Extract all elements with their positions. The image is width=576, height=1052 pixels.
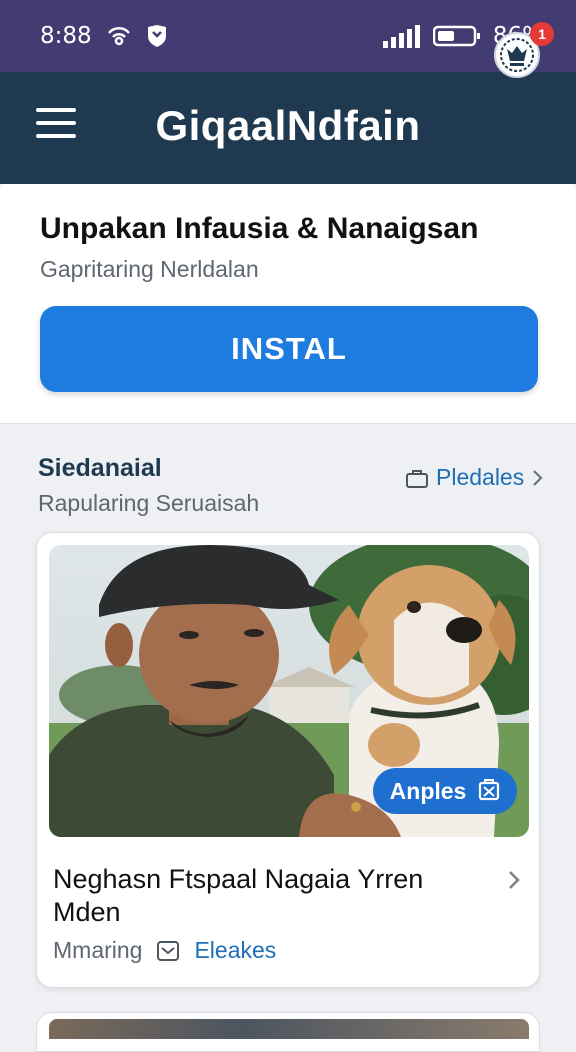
next-card-photo bbox=[49, 1019, 529, 1039]
briefcase-icon bbox=[406, 469, 428, 488]
app-info-card: Unpakan Infausia & Nanaigsan Gapritaring… bbox=[0, 184, 576, 424]
next-content-card[interactable] bbox=[36, 1012, 540, 1052]
section-link-label: Pledales bbox=[436, 464, 525, 490]
chevron-right-icon bbox=[533, 469, 543, 486]
content-card[interactable]: Anples Neghasn Ftspaal Nagaia Yrren Mden… bbox=[36, 532, 540, 988]
app-info-title: Unpakan Infausia & Nanaigsan bbox=[40, 212, 479, 245]
menu-icon-bar bbox=[36, 121, 76, 125]
signal-icon bbox=[382, 25, 420, 48]
tag-icon bbox=[479, 779, 500, 801]
battery-icon bbox=[432, 25, 480, 47]
status-bar: 8:88 86% bbox=[0, 0, 576, 72]
section-subtitle: Rapularing Seruaisah bbox=[38, 490, 260, 516]
menu-icon bbox=[36, 108, 76, 112]
card-open-button[interactable] bbox=[507, 869, 521, 896]
card-meta-text: Mmaring bbox=[53, 937, 143, 963]
section-more-link[interactable]: Pledales bbox=[406, 464, 544, 491]
app-bar: GiqaalNdfain bbox=[0, 72, 576, 184]
avatar-icon bbox=[500, 38, 534, 72]
chevron-right-icon bbox=[509, 871, 520, 889]
menu-icon-bar bbox=[36, 134, 76, 138]
notification-badge: 1 bbox=[530, 22, 554, 46]
status-time: 8:88 bbox=[40, 23, 92, 49]
section-title: Siedanaial bbox=[38, 454, 162, 482]
menu-button[interactable] bbox=[36, 108, 76, 148]
app-info-subtitle: Gapritaring Nerldalan bbox=[40, 256, 259, 282]
image-tag-button[interactable]: Anples bbox=[373, 768, 517, 814]
card-title[interactable]: Neghasn Ftspaal Nagaia Yrren Mden bbox=[53, 863, 493, 929]
card-meta: Mmaring Eleakes bbox=[53, 937, 276, 964]
inbox-icon bbox=[157, 940, 180, 961]
app-title: GiqaalNdfain bbox=[155, 102, 421, 149]
image-tag-label: Anples bbox=[389, 777, 467, 804]
shield-icon bbox=[147, 25, 166, 47]
card-meta-link[interactable]: Eleakes bbox=[194, 937, 276, 964]
wifi-hotspot-icon bbox=[107, 27, 130, 46]
install-button[interactable]: INSTAL bbox=[40, 306, 538, 392]
status-left: 8:88 bbox=[40, 23, 168, 49]
